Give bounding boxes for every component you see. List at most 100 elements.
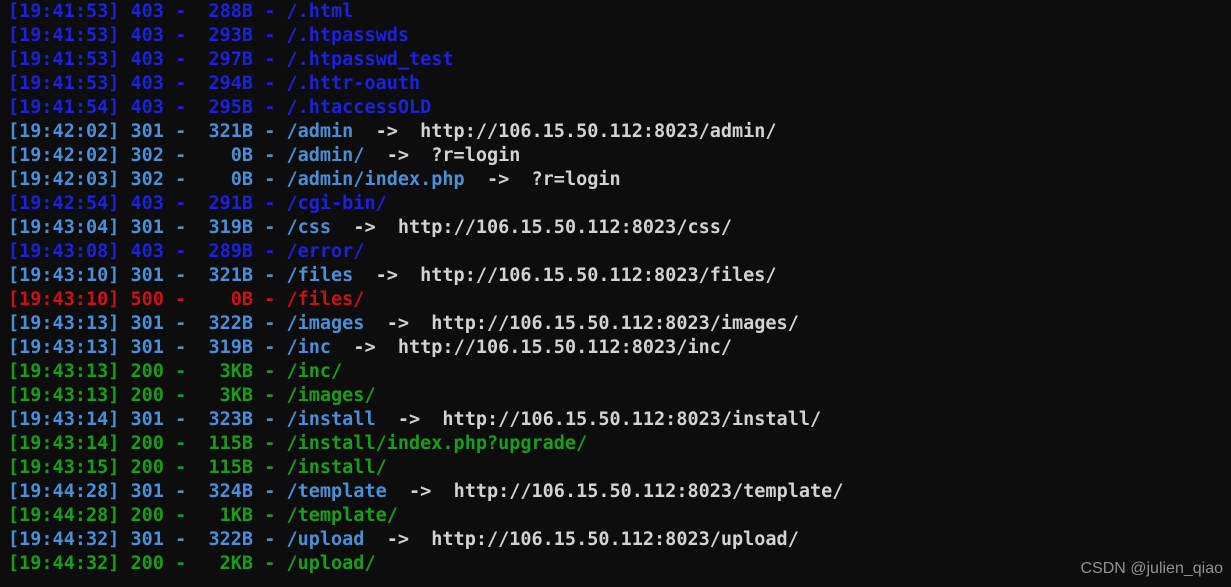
log-redirect-target: http://106.15.50.112:8023/images/ <box>431 313 799 334</box>
log-size: 324B <box>197 481 254 502</box>
log-redirect-target: ?r=login <box>431 145 521 166</box>
log-line: [19:41:53] 403 - 294B - /.httr-oauth <box>8 72 1231 96</box>
log-redirect-target: ?r=login <box>531 169 621 190</box>
log-redirect-arrow: -> <box>331 217 398 238</box>
log-size: 293B <box>197 25 254 46</box>
log-status-code: 200 - <box>119 433 198 454</box>
log-status-code: 301 - <box>119 265 198 286</box>
log-line: [19:43:13] 301 - 322B - /images -> http:… <box>8 312 1231 336</box>
log-size: 321B <box>197 265 254 286</box>
log-size: 115B <box>197 433 254 454</box>
log-line: [19:44:28] 301 - 324B - /template -> htt… <box>8 480 1231 504</box>
log-redirect-arrow: -> <box>364 529 432 550</box>
log-status-code: 200 - <box>119 505 198 526</box>
log-size: 3KB <box>197 385 254 406</box>
log-timestamp: [19:43:10] <box>8 289 120 310</box>
log-separator: - <box>253 217 287 238</box>
log-size: 0B <box>197 169 254 190</box>
log-path: /inc/ <box>286 361 343 382</box>
log-timestamp: [19:44:32] <box>8 529 120 550</box>
log-separator: - <box>253 169 287 190</box>
log-path: /images <box>286 313 365 334</box>
log-line: [19:41:53] 403 - 293B - /.htpasswds <box>8 24 1231 48</box>
log-redirect-target: http://106.15.50.112:8023/upload/ <box>431 529 799 550</box>
log-status-code: 301 - <box>119 313 198 334</box>
log-separator: - <box>253 25 287 46</box>
log-redirect-arrow: -> <box>386 481 454 502</box>
log-timestamp: [19:43:10] <box>8 265 120 286</box>
log-path: /.htaccessOLD <box>286 97 432 118</box>
log-size: 0B <box>197 145 254 166</box>
log-timestamp: [19:42:02] <box>8 121 120 142</box>
log-timestamp: [19:43:13] <box>8 385 120 406</box>
log-separator: - <box>253 505 287 526</box>
log-separator: - <box>253 49 287 70</box>
log-line: [19:43:14] 200 - 115B - /install/index.p… <box>8 432 1231 456</box>
log-separator: - <box>253 361 287 382</box>
log-timestamp: [19:43:13] <box>8 337 120 358</box>
log-status-code: 301 - <box>119 121 198 142</box>
log-size: 3KB <box>197 361 254 382</box>
log-timestamp: [19:43:13] <box>8 313 120 334</box>
log-timestamp: [19:44:28] <box>8 481 120 502</box>
log-size: 288B <box>197 1 254 22</box>
log-size: 319B <box>197 217 254 238</box>
log-redirect-target: http://106.15.50.112:8023/css/ <box>397 217 733 238</box>
log-size: 291B <box>197 193 254 214</box>
log-separator: - <box>253 481 287 502</box>
log-status-code: 200 - <box>119 385 198 406</box>
log-path: /admin <box>286 121 354 142</box>
terminal-output-pane[interactable]: [19:41:53] 403 - 288B - /.html [19:41:53]… <box>0 0 1231 587</box>
log-line: [19:43:10] 301 - 321B - /files -> http:/… <box>8 264 1231 288</box>
log-path: /install <box>286 409 376 430</box>
log-line: [19:43:08] 403 - 289B - /error/ <box>8 240 1231 264</box>
log-timestamp: [19:42:02] <box>8 145 120 166</box>
log-timestamp: [19:43:14] <box>8 433 120 454</box>
log-separator: - <box>253 529 287 550</box>
log-separator: - <box>253 97 287 118</box>
log-path: /.httr-oauth <box>286 73 421 94</box>
log-path: /inc <box>286 337 332 358</box>
log-redirect-arrow: -> <box>364 313 432 334</box>
log-redirect-arrow: -> <box>353 265 421 286</box>
log-separator: - <box>253 553 287 574</box>
log-redirect-arrow: -> <box>331 337 398 358</box>
log-status-code: 403 - <box>119 1 198 22</box>
log-line: [19:43:13] 301 - 319B - /inc -> http://1… <box>8 336 1231 360</box>
log-status-code: 301 - <box>119 217 198 238</box>
log-status-code: 403 - <box>119 97 198 118</box>
log-size: 289B <box>197 241 254 262</box>
csdn-watermark: CSDN @julien_qiao <box>1080 560 1223 577</box>
log-path: /upload/ <box>286 553 376 574</box>
log-status-code: 403 - <box>119 193 198 214</box>
log-separator: - <box>253 385 287 406</box>
log-redirect-arrow: -> <box>353 121 421 142</box>
log-separator: - <box>253 1 287 22</box>
log-status-code: 301 - <box>119 481 198 502</box>
log-line: [19:43:04] 301 - 319B - /css -> http://1… <box>8 216 1231 240</box>
log-status-code: 403 - <box>119 49 198 70</box>
log-size: 295B <box>197 97 254 118</box>
log-separator: - <box>253 265 287 286</box>
log-status-code: 302 - <box>119 169 198 190</box>
log-redirect-target: http://106.15.50.112:8023/inc/ <box>397 337 733 358</box>
log-status-code: 500 - <box>119 289 198 310</box>
log-status-code: 403 - <box>119 241 198 262</box>
log-size: 323B <box>197 409 254 430</box>
log-line: [19:43:14] 301 - 323B - /install -> http… <box>8 408 1231 432</box>
log-size: 1KB <box>197 505 254 526</box>
log-path: /upload <box>286 529 365 550</box>
log-timestamp: [19:42:03] <box>8 169 120 190</box>
log-path: /install/index.php?upgrade/ <box>286 433 588 454</box>
log-status-code: 302 - <box>119 145 198 166</box>
log-timestamp: [19:44:28] <box>8 505 120 526</box>
log-path: /css <box>286 217 332 238</box>
log-separator: - <box>253 457 287 478</box>
log-path: /install/ <box>286 457 387 478</box>
log-status-code: 301 - <box>119 529 198 550</box>
log-path: /admin/index.php <box>286 169 465 190</box>
log-timestamp: [19:43:14] <box>8 409 120 430</box>
log-line: [19:43:10] 500 - 0B - /files/ <box>8 288 1231 312</box>
log-separator: - <box>253 433 287 454</box>
log-path: /files/ <box>286 289 365 310</box>
